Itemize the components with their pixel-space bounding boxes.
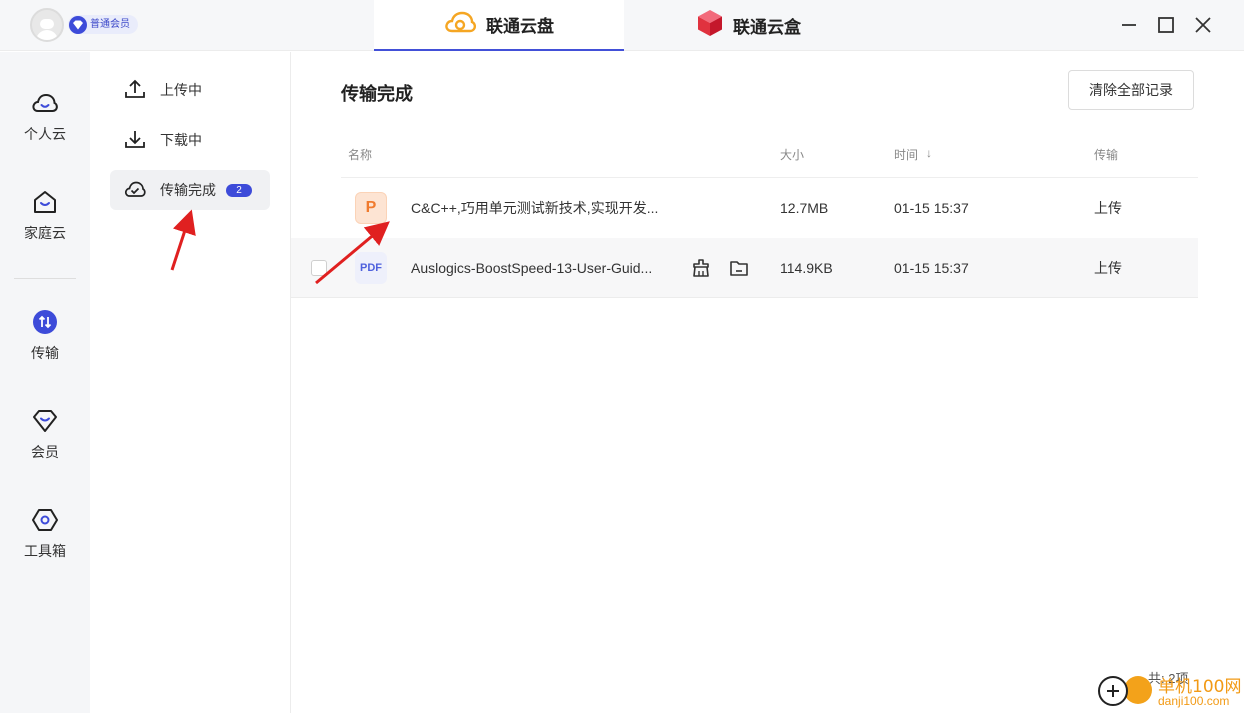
upload-icon xyxy=(124,78,146,103)
toolbox-icon xyxy=(30,505,60,535)
nav-item-membership[interactable]: 会员 xyxy=(0,406,90,476)
check-cloud-icon xyxy=(124,180,146,201)
submenu-uploading[interactable]: 上传中 xyxy=(110,70,270,110)
column-transfer[interactable]: 传输 xyxy=(1094,146,1118,163)
nav-label: 传输 xyxy=(31,345,59,361)
folder-icon[interactable] xyxy=(727,256,751,280)
nav-item-personal-cloud[interactable]: 个人云 xyxy=(0,88,90,158)
submenu-completed[interactable]: 传输完成 2 xyxy=(110,170,270,210)
submenu-downloading[interactable]: 下载中 xyxy=(110,120,270,160)
nav-label: 个人云 xyxy=(24,126,66,142)
nav-item-transfer[interactable]: 传输 xyxy=(0,307,90,377)
cloud-outline-icon xyxy=(30,88,60,118)
left-nav: 个人云 家庭云 传输 会员 工具箱 xyxy=(0,52,90,713)
diamond-icon xyxy=(30,406,60,436)
nav-label: 家庭云 xyxy=(24,225,66,241)
cube-icon xyxy=(697,9,723,42)
clear-all-records-button[interactable]: 清除全部记录 xyxy=(1068,70,1194,110)
home-cloud-icon xyxy=(30,187,60,217)
avatar[interactable] xyxy=(30,8,64,42)
diamond-icon xyxy=(69,16,87,34)
count-badge: 2 xyxy=(226,183,252,197)
tab-cloud-box[interactable]: 联通云盒 xyxy=(624,0,874,51)
watermark-sub: danji100.com xyxy=(1158,694,1230,708)
submenu-label: 上传中 xyxy=(160,82,202,98)
submenu-label: 下载中 xyxy=(160,132,202,148)
nav-item-family-cloud[interactable]: 家庭云 xyxy=(0,187,90,257)
cloud-icon xyxy=(444,11,477,38)
watermark-logo: 单机100网 danji100.com xyxy=(1094,670,1244,713)
file-time: 01-15 15:37 xyxy=(894,260,969,276)
close-icon[interactable] xyxy=(1192,14,1214,36)
watermark-disc-icon xyxy=(1124,676,1152,704)
column-size[interactable]: 大小 xyxy=(780,146,804,163)
minimize-icon[interactable] xyxy=(1118,14,1140,36)
table-row[interactable]: PDF Auslogics-BoostSpeed-13-User-Guid...… xyxy=(291,238,1198,298)
file-time: 01-15 15:37 xyxy=(894,200,969,216)
submenu-label: 传输完成 xyxy=(160,182,216,198)
file-name: C&C++,巧用单元测试新技术,实现开发... xyxy=(411,200,659,216)
file-name: Auslogics-BoostSpeed-13-User-Guid... xyxy=(411,260,653,276)
column-time[interactable]: 时间 xyxy=(894,146,918,163)
ppt-file-icon: P xyxy=(355,192,387,224)
vip-label: 普通会员 xyxy=(90,19,130,30)
watermark-plus-icon xyxy=(1098,676,1128,706)
nav-label: 会员 xyxy=(31,444,59,460)
vip-badge[interactable]: 普通会员 xyxy=(68,15,138,34)
transfer-icon xyxy=(30,307,60,337)
sort-arrow-icon[interactable]: ↓ xyxy=(926,146,932,160)
table-header: 名称 大小 时间 ↓ 传输 xyxy=(341,142,1198,178)
page-title: 传输完成 xyxy=(341,84,413,104)
tab-cloud-disk-label: 联通云盘 xyxy=(486,17,554,36)
file-size: 114.9KB xyxy=(780,260,833,276)
download-icon xyxy=(124,128,146,153)
transfer-type: 上传 xyxy=(1094,260,1122,276)
file-size: 12.7MB xyxy=(780,200,829,216)
column-name[interactable]: 名称 xyxy=(348,146,372,163)
transfer-submenu: 上传中 下载中 传输完成 2 xyxy=(90,52,291,713)
tab-cloud-box-label: 联通云盒 xyxy=(733,18,801,37)
nav-item-toolbox[interactable]: 工具箱 xyxy=(0,505,90,575)
main-panel: 传输完成 清除全部记录 名称 大小 时间 ↓ 传输 P C&C++,巧用单元测试… xyxy=(291,52,1244,713)
title-bar: 普通会员 联通云盘 联通云盒 xyxy=(0,0,1244,51)
tab-cloud-disk[interactable]: 联通云盘 xyxy=(374,0,624,51)
table-row[interactable]: P C&C++,巧用单元测试新技术,实现开发... 12.7MB 01-15 1… xyxy=(291,178,1198,238)
maximize-icon[interactable] xyxy=(1155,14,1177,36)
transfer-type: 上传 xyxy=(1094,200,1122,216)
pdf-file-icon: PDF xyxy=(355,252,387,284)
nav-label: 工具箱 xyxy=(24,543,66,559)
clean-icon[interactable] xyxy=(689,256,713,280)
row-checkbox[interactable] xyxy=(311,260,327,276)
nav-divider xyxy=(14,278,76,279)
